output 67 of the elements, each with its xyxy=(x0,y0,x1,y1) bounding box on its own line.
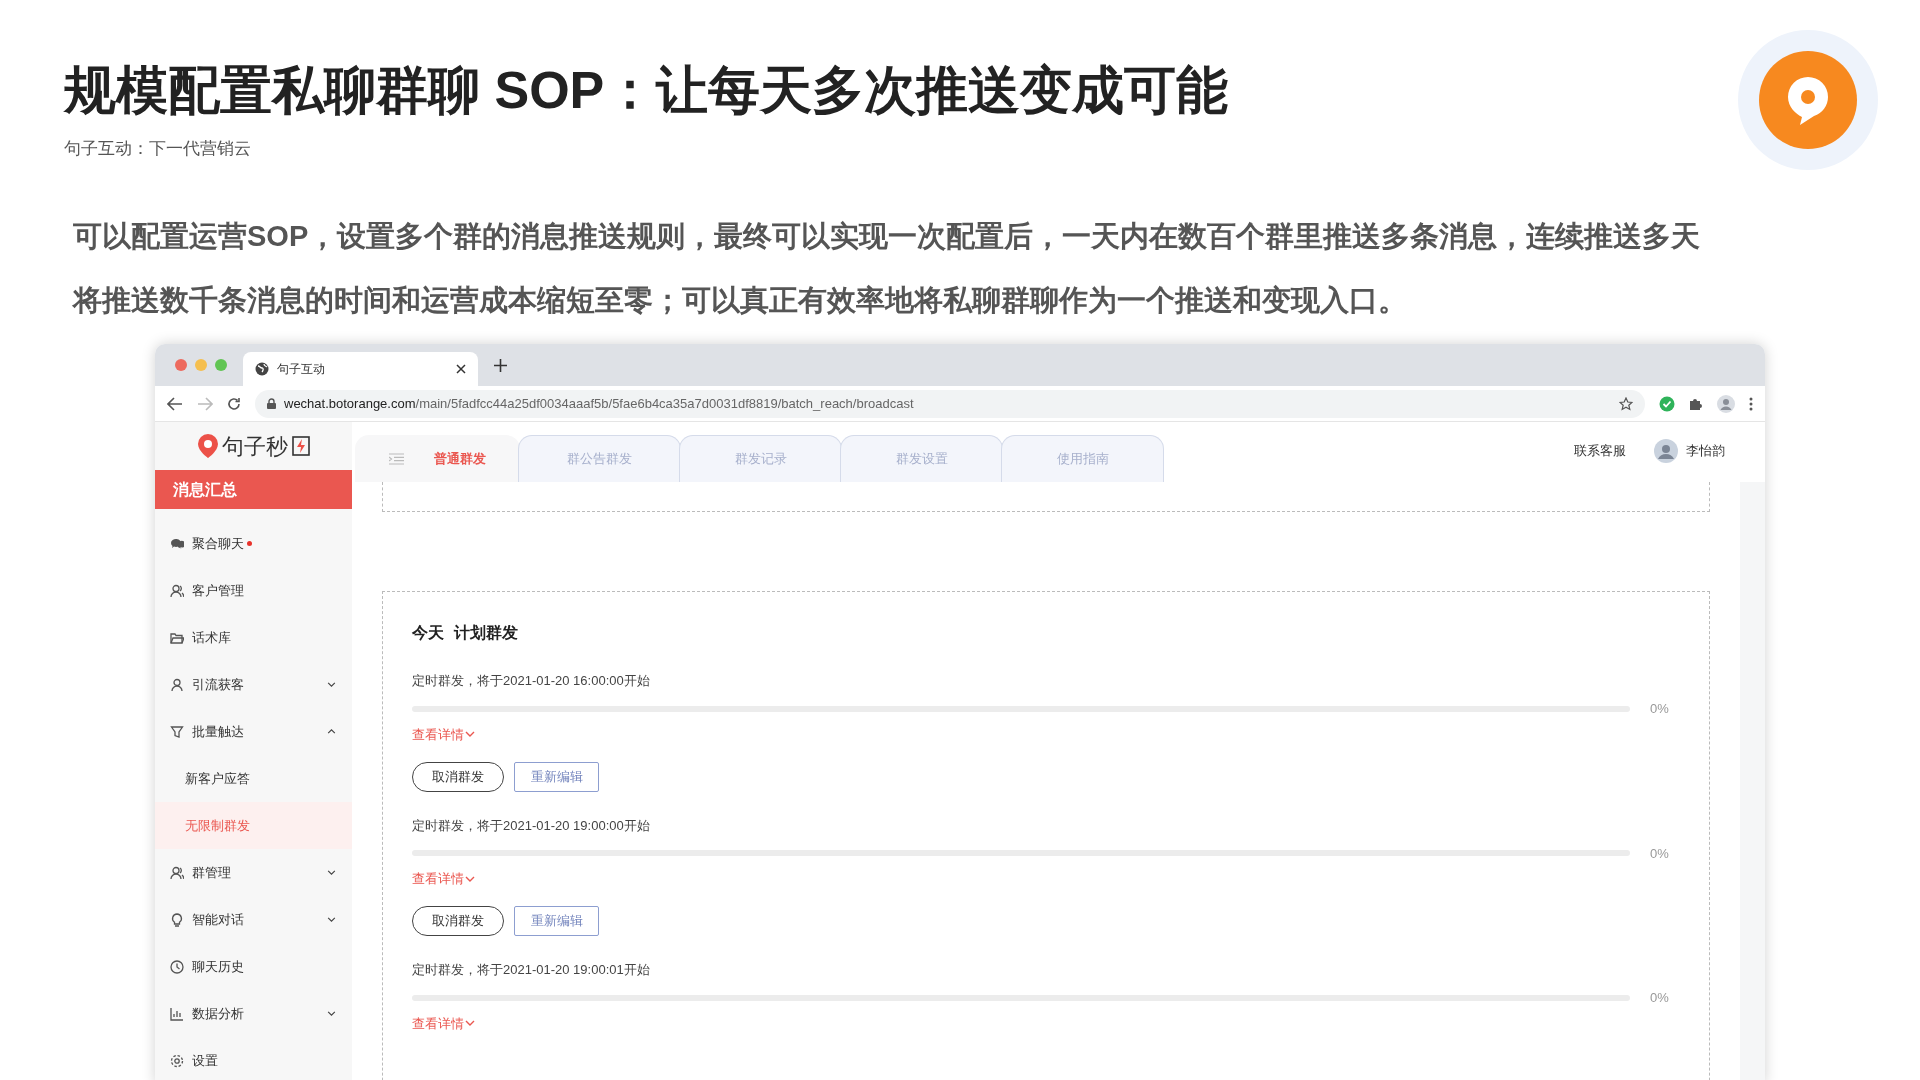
star-icon[interactable] xyxy=(1619,396,1633,411)
schedule-text: 定时群发，将于2021-01-20 19:00:01开始 xyxy=(412,961,651,979)
new-tab-icon[interactable] xyxy=(494,358,507,372)
address-bar[interactable]: wechat.botorange.com/main/5fadfcc44a25df0034aaaf5b/5fae6b4ca35a7d0031df8819/batch_reach/broadcast xyxy=(255,389,1645,418)
description-line: 可以配置运营SOP，设置多个群的消息推送规则，最终可以实现一次配置后，一天内在数百个群里推送多条消息，连续推送多天 xyxy=(73,219,1702,254)
user-name[interactable]: 李怡韵 xyxy=(1686,441,1725,461)
sidebar-item[interactable]: 批量触达 xyxy=(155,708,352,755)
section-title: 计划群发 xyxy=(454,623,518,643)
people-icon xyxy=(170,865,184,880)
close-icon[interactable] xyxy=(456,364,466,374)
back-icon[interactable] xyxy=(167,396,183,411)
progress-reading: 0% xyxy=(1650,844,1670,863)
person-icon xyxy=(170,677,184,692)
slide-subtitle: 句子互动：下一代营销云 xyxy=(64,138,252,160)
people-icon xyxy=(170,583,184,598)
more-icon[interactable] xyxy=(1749,396,1753,411)
funnel-icon xyxy=(170,724,184,739)
avatar-icon[interactable] xyxy=(1654,439,1678,463)
reload-icon[interactable] xyxy=(227,396,241,411)
chevron-down-icon xyxy=(465,875,475,882)
sidebar-item[interactable]: 聊天历史 xyxy=(155,943,352,990)
profile-icon[interactable] xyxy=(1717,394,1735,413)
lightbulb-icon xyxy=(170,912,184,927)
progress-reading: 0% xyxy=(1650,700,1670,718)
lightning-icon xyxy=(291,436,310,457)
sidebar-item[interactable]: 数据分析 xyxy=(155,990,352,1037)
browser-tab[interactable]: 句子互动 xyxy=(243,352,478,386)
detail-link[interactable]: 查看详情 xyxy=(412,1013,475,1033)
cancel-button[interactable]: 取消群发 xyxy=(412,761,504,792)
sidebar-subitem[interactable]: 新客户应答 xyxy=(155,755,352,802)
puzzle-icon[interactable] xyxy=(1689,396,1703,411)
sidebar-item[interactable]: 群管理 xyxy=(155,849,352,896)
bar-chart-icon xyxy=(170,1006,184,1021)
schedule-text: 定时群发，将于2021-01-20 19:00:00开始 xyxy=(412,816,651,835)
sidebar-item[interactable]: 话术库 xyxy=(155,614,352,661)
url-text: wechat.botorange.com/main/5fadfcc44a25df0034aaaf5b/5fae6b4ca35a7d0031df8819/batch_reach/broadcast xyxy=(284,394,915,413)
gear-icon xyxy=(170,1053,184,1068)
folder-icon xyxy=(170,630,184,645)
edit-button[interactable]: 重新编辑 xyxy=(514,761,599,792)
sidebar-item[interactable]: 设置 xyxy=(155,1037,352,1080)
sidebar-header[interactable]: 消息汇总 xyxy=(155,470,352,509)
logo-icon xyxy=(1759,51,1857,149)
sidebar-item[interactable]: 引流获客 xyxy=(155,661,352,708)
detail-link[interactable]: 查看详情 xyxy=(412,869,475,889)
sidebar-item[interactable]: 聚合聊天 xyxy=(155,520,352,567)
brand-name: 句子秒 xyxy=(221,432,288,461)
description-line: 将推送数千条消息的时间和运营成本缩短至零；可以真正有效率地将私聊群聊作为一个推送和变现入口。 xyxy=(73,283,1408,318)
chat-bubbles-icon xyxy=(170,536,184,551)
lock-icon xyxy=(267,398,276,409)
slide-title: 规模配置私聊群聊 SOP：让每天多次推送变成可能 xyxy=(64,64,1229,116)
detail-link[interactable]: 查看详情 xyxy=(412,724,475,744)
extension-icon[interactable] xyxy=(1659,395,1675,412)
edit-button[interactable]: 重新编辑 xyxy=(514,906,599,936)
support-link[interactable]: 联系客服 xyxy=(1574,441,1626,461)
chevron-down-icon xyxy=(465,731,475,738)
chevron-down-icon xyxy=(465,1020,475,1027)
progress-reading: 0% xyxy=(1650,989,1670,1007)
pin-icon xyxy=(197,434,218,459)
tab-title: 句子互动 xyxy=(277,361,326,378)
globe-icon xyxy=(255,362,269,376)
cancel-button[interactable]: 取消群发 xyxy=(412,906,504,936)
day-label: 今天 xyxy=(412,623,444,643)
sidebar-item[interactable]: 客户管理 xyxy=(155,567,352,614)
sidebar-item[interactable]: 智能对话 xyxy=(155,896,352,943)
forward-icon[interactable] xyxy=(197,396,213,411)
clock-icon xyxy=(170,959,184,974)
schedule-text: 定时群发，将于2021-01-20 16:00:00开始 xyxy=(412,672,651,690)
